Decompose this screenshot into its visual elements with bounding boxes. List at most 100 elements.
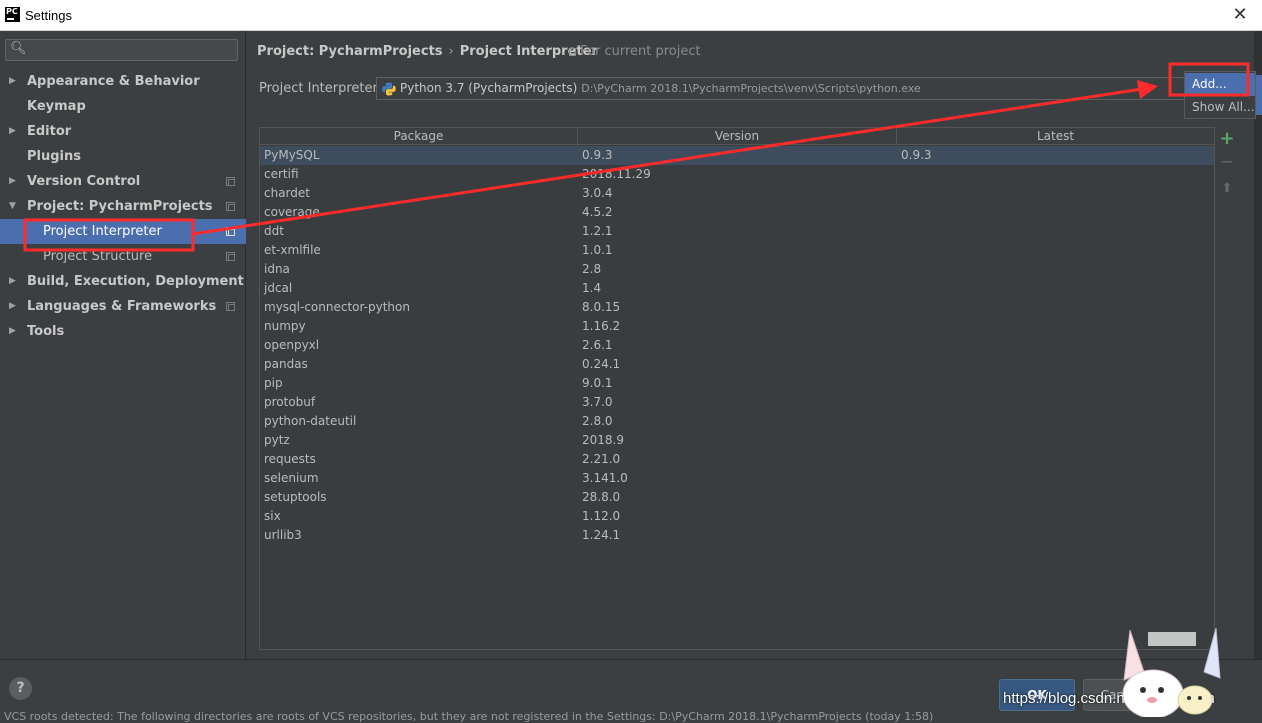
uninstall-package-button[interactable]: − (1219, 154, 1235, 170)
sidebar-item[interactable]: Project Structure (0, 244, 246, 269)
table-row[interactable]: chardet 3.0.4 (260, 184, 1214, 203)
search-icon: 🔍︎ (10, 41, 27, 56)
interpreter-gear-menu: Add... Show All... (1184, 71, 1256, 119)
cell-package: requests (264, 452, 316, 466)
scope-note-text: For current project (580, 44, 701, 59)
install-package-button[interactable]: + (1219, 128, 1235, 149)
cell-package: urllib3 (264, 528, 302, 542)
project-scope-icon (226, 202, 235, 211)
sidebar-item-label: Version Control (27, 174, 141, 189)
table-row[interactable]: PyMySQL 0.9.3 0.9.3 (260, 146, 1214, 165)
close-button[interactable]: ✕ (1228, 4, 1252, 26)
sidebar-item-label: Keymap (27, 99, 86, 114)
cell-version: 28.8.0 (582, 490, 621, 504)
table-row[interactable]: idna 2.8 (260, 260, 1214, 279)
column-header-package[interactable]: Package (260, 128, 578, 145)
sidebar-item[interactable]: ▶ Build, Execution, Deployment (0, 269, 246, 294)
breadcrumb-project[interactable]: Project: PycharmProjects (257, 44, 443, 59)
expand-right-icon[interactable]: ▶ (9, 169, 16, 194)
table-row[interactable]: mysql-connector-python 8.0.15 (260, 298, 1214, 317)
cell-version: 1.24.1 (582, 528, 621, 542)
sidebar-item[interactable]: Keymap (0, 94, 246, 119)
sidebar-item-label: Tools (27, 324, 65, 339)
table-row[interactable]: selenium 3.141.0 (260, 469, 1214, 488)
cell-version: 8.0.15 (582, 300, 621, 314)
interpreter-label: Project Interpreter: (259, 81, 383, 96)
table-row[interactable]: numpy 1.16.2 (260, 317, 1214, 336)
cell-version: 0.24.1 (582, 357, 621, 371)
sidebar-item-label: Project: PycharmProjects (27, 199, 213, 214)
table-row[interactable]: setuptools 28.8.0 (260, 488, 1214, 507)
menu-item-show-all[interactable]: Show All... (1185, 96, 1255, 119)
settings-search-box[interactable]: 🔍︎ (5, 39, 238, 61)
project-scope-icon (226, 302, 235, 311)
project-scope-icon (226, 227, 235, 236)
cell-package: certifi (264, 167, 299, 181)
column-header-latest[interactable]: Latest (897, 128, 1214, 145)
table-row[interactable]: jdcal 1.4 (260, 279, 1214, 298)
cell-version: 2.21.0 (582, 452, 621, 466)
cell-version: 0.9.3 (582, 148, 613, 162)
minus-icon: − (1220, 152, 1234, 171)
expand-right-icon[interactable]: ▶ (9, 119, 16, 144)
table-row[interactable]: coverage 4.5.2 (260, 203, 1214, 222)
expand-right-icon[interactable]: ▶ (9, 69, 16, 94)
cell-version: 2.8 (582, 262, 602, 276)
column-header-version[interactable]: Version (578, 128, 897, 145)
sidebar-item[interactable]: ▶ Editor (0, 119, 246, 144)
table-row[interactable]: openpyxl 2.6.1 (260, 336, 1214, 355)
plus-icon: + (1219, 128, 1235, 149)
table-row[interactable]: urllib3 1.24.1 (260, 526, 1214, 545)
table-row[interactable]: et-xmlfile 1.0.1 (260, 241, 1214, 260)
interpreter-value: Python 3.7 (PycharmProjects) D:\PyCharm 2… (400, 81, 921, 95)
python-icon (382, 82, 396, 96)
table-row[interactable]: requests 2.21.0 (260, 450, 1214, 469)
expand-right-icon[interactable]: ▶ (9, 319, 16, 344)
upgrade-package-button[interactable]: ⬆ (1219, 181, 1235, 197)
breadcrumb: Project: PycharmProjects › Project Interpr… (257, 44, 598, 59)
sidebar-item[interactable]: Plugins (0, 144, 246, 169)
settings-sidebar: 🔍︎ ▶ Appearance & Behavior Keymap ▶ Editor Pl… (0, 31, 246, 659)
menu-item-add[interactable]: Add... (1185, 73, 1255, 96)
cell-package: six (264, 509, 281, 523)
sidebar-item[interactable]: ▼ Project: PycharmProjects (0, 194, 246, 219)
package-table[interactable]: Package Version Latest PyMySQL 0.9.3 0.9.3… (259, 127, 1215, 650)
expand-right-icon[interactable]: ▶ (9, 294, 16, 319)
sidebar-item[interactable]: ▶ Version Control (0, 169, 246, 194)
table-row[interactable]: ddt 1.2.1 (260, 222, 1214, 241)
sidebar-item[interactable]: ▶ Languages & Frameworks (0, 294, 246, 319)
cell-package: openpyxl (264, 338, 320, 352)
main-panel: Project: PycharmProjects › Project Interpr… (247, 31, 1254, 659)
cell-package: ddt (264, 224, 284, 238)
cell-package: setuptools (264, 490, 327, 504)
pycharm-logo-icon: PC (5, 7, 20, 22)
settings-search-input[interactable] (28, 42, 233, 58)
sidebar-item-label: Project Structure (43, 249, 153, 264)
sidebar-item[interactable]: ▶ Tools (0, 319, 246, 344)
window-title: Settings (25, 8, 72, 23)
cell-package: mysql-connector-python (264, 300, 410, 314)
sidebar-item-label: Project Interpreter (43, 224, 162, 239)
table-row[interactable]: six 1.12.0 (260, 507, 1214, 526)
table-row[interactable]: certifi 2018.11.29 (260, 165, 1214, 184)
table-row[interactable]: pytz 2018.9 (260, 431, 1214, 450)
table-row[interactable]: pandas 0.24.1 (260, 355, 1214, 374)
expand-right-icon[interactable]: ▶ (9, 269, 16, 294)
sidebar-item[interactable]: Project Interpreter (0, 219, 246, 244)
table-row[interactable]: python-dateutil 2.8.0 (260, 412, 1214, 431)
cell-package: numpy (264, 319, 306, 333)
sidebar-item[interactable]: ▶ Appearance & Behavior (0, 69, 246, 94)
expand-down-icon[interactable]: ▼ (9, 194, 16, 219)
cell-version: 2018.11.29 (582, 167, 651, 181)
cell-version: 1.16.2 (582, 319, 621, 333)
arrow-up-icon: ⬆ (1221, 181, 1233, 196)
question-mark-icon: ? (16, 680, 25, 696)
help-button[interactable]: ? (9, 677, 32, 700)
cell-package: selenium (264, 471, 319, 485)
close-icon: ✕ (1232, 4, 1248, 25)
project-scope-icon (569, 48, 576, 56)
interpreter-dropdown[interactable]: Python 3.7 (PycharmProjects) D:\PyCharm 2… (376, 77, 1196, 100)
sidebar-item-label: Languages & Frameworks (27, 299, 217, 314)
table-row[interactable]: protobuf 3.7.0 (260, 393, 1214, 412)
table-row[interactable]: pip 9.0.1 (260, 374, 1214, 393)
